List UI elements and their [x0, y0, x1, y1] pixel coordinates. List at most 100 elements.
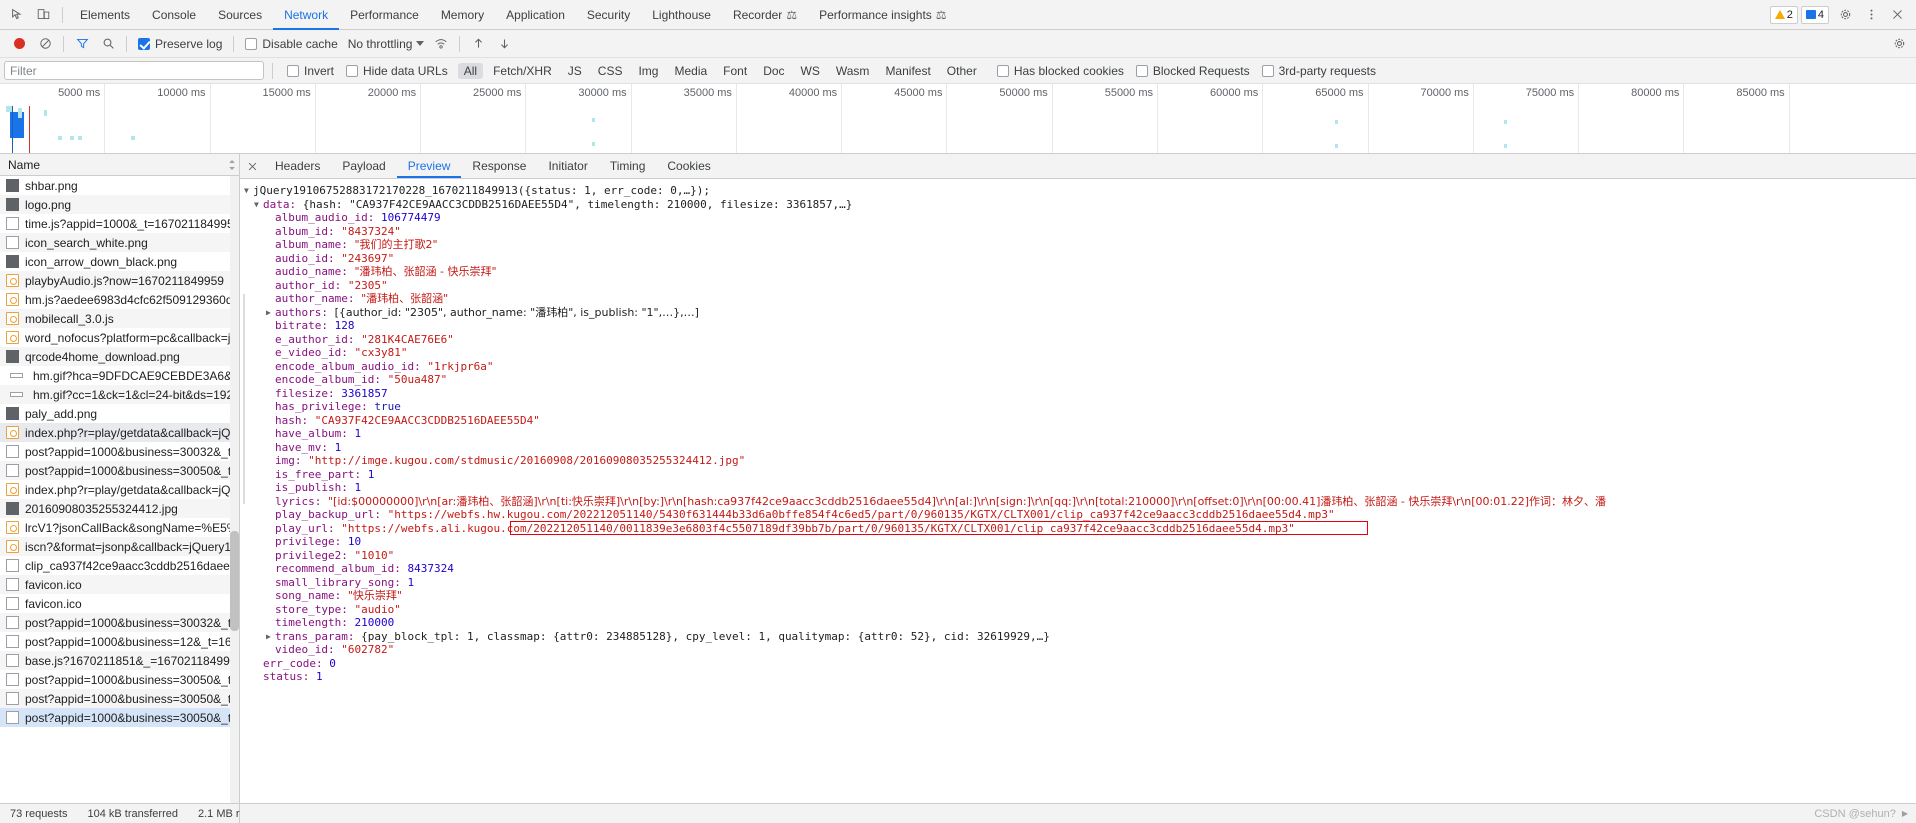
json-line[interactable]: e_author_id: "281K4CAE76E6" — [240, 333, 1916, 347]
json-line[interactable]: hash: "CA937F42CE9AACC3CDDB2516DAEE55D4" — [240, 414, 1916, 428]
request-row[interactable]: clip_ca937f42ce9aacc3cddb2516daee55d4.mp… — [0, 556, 239, 575]
blocked-requests-checkbox[interactable]: Blocked Requests — [1130, 64, 1256, 78]
request-row[interactable]: shbar.png — [0, 176, 239, 195]
column-resizer-handle[interactable] — [227, 159, 237, 171]
request-row[interactable]: hm.gif?hca=9DFDCAE9CEBDE3A6&cc=1&ck=1. — [0, 366, 239, 385]
disclosure-triangle-closed-icon[interactable] — [266, 306, 275, 319]
tab-network[interactable]: Network — [273, 0, 339, 30]
request-row[interactable]: favicon.ico — [0, 594, 239, 613]
request-row[interactable]: qrcode4home_download.png — [0, 347, 239, 366]
filter-type-js[interactable]: JS — [562, 63, 588, 79]
filter-type-ws[interactable]: WS — [795, 63, 826, 79]
kebab-menu-icon[interactable] — [1858, 2, 1884, 28]
json-line[interactable]: have_mv: 1 — [240, 441, 1916, 455]
request-row[interactable]: playbyAudio.js?now=1670211849959 — [0, 271, 239, 290]
tab-console[interactable]: Console — [141, 0, 207, 30]
request-row[interactable]: post?appid=1000&business=30050&_t=167021 — [0, 461, 239, 480]
json-line[interactable]: e_video_id: "cx3y81" — [240, 346, 1916, 360]
json-line[interactable]: small_library_song: 1 — [240, 576, 1916, 590]
tab-response[interactable]: Response — [461, 154, 537, 178]
tab-security[interactable]: Security — [576, 0, 641, 30]
json-line[interactable]: jQuery19106752883172170228_1670211849913… — [240, 184, 1916, 198]
json-line[interactable]: song_name: "快乐崇拜" — [240, 589, 1916, 603]
json-line[interactable]: has_privilege: true — [240, 400, 1916, 414]
request-row[interactable]: time.js?appid=1000&_t=1670211849951&_r=0… — [0, 214, 239, 233]
request-row[interactable]: base.js?1670211851&_=1670211849918 — [0, 651, 239, 670]
scrollbar-thumb[interactable] — [230, 531, 239, 631]
tab-performance-insights[interactable]: Performance insights ⚖ — [808, 0, 957, 30]
json-preview-tree[interactable]: jQuery19106752883172170228_1670211849913… — [240, 179, 1916, 803]
request-row[interactable]: post?appid=1000&business=12&_t=167021185 — [0, 632, 239, 651]
json-line[interactable]: data: {hash: "CA937F42CE9AACC3CDDB2516DA… — [240, 198, 1916, 212]
request-row[interactable]: index.php?r=play/getdata&callback=jQuery… — [0, 480, 239, 499]
filter-type-fetch-xhr[interactable]: Fetch/XHR — [487, 63, 558, 79]
json-line[interactable]: err_code: 0 — [240, 657, 1916, 671]
funnel-icon[interactable] — [69, 32, 95, 56]
json-line[interactable]: album_id: "8437324" — [240, 225, 1916, 239]
json-line[interactable]: privilege: 10 — [240, 535, 1916, 549]
filter-type-media[interactable]: Media — [668, 63, 713, 79]
request-row[interactable]: post?appid=1000&business=30032&_t=167021 — [0, 613, 239, 632]
search-icon[interactable] — [95, 32, 121, 56]
filter-type-css[interactable]: CSS — [592, 63, 629, 79]
tab-memory[interactable]: Memory — [430, 0, 495, 30]
filter-input[interactable] — [4, 61, 264, 80]
gear-icon[interactable] — [1886, 32, 1912, 56]
request-row[interactable]: index.php?r=play/getdata&callback=jQuery… — [0, 423, 239, 442]
tab-headers[interactable]: Headers — [264, 154, 331, 178]
request-row[interactable]: post?appid=1000&business=30050&_t=167021 — [0, 689, 239, 708]
filter-type-wasm[interactable]: Wasm — [830, 63, 876, 79]
tab-preview[interactable]: Preview — [397, 154, 462, 178]
request-row[interactable]: hm.js?aedee6983d4cfc62f509129360d6bb3d — [0, 290, 239, 309]
json-line[interactable]: have_album: 1 — [240, 427, 1916, 441]
json-line[interactable]: play_url: "https://webfs.ali.kugou.com/2… — [240, 522, 1916, 536]
request-row[interactable]: lrcV1?jsonCallBack&songName=%E5%BF%AB%E4 — [0, 518, 239, 537]
filter-type-manifest[interactable]: Manifest — [879, 63, 936, 79]
tab-elements[interactable]: Elements — [69, 0, 141, 30]
json-line[interactable]: audio_name: "潘玮柏、张韶涵 - 快乐崇拜" — [240, 265, 1916, 279]
json-line[interactable]: store_type: "audio" — [240, 603, 1916, 617]
json-line[interactable]: privilege2: "1010" — [240, 549, 1916, 563]
request-row[interactable]: mobilecall_3.0.js — [0, 309, 239, 328]
third-party-requests-checkbox[interactable]: 3rd-party requests — [1256, 64, 1382, 78]
tab-lighthouse[interactable]: Lighthouse — [641, 0, 722, 30]
network-conditions-icon[interactable] — [428, 32, 454, 56]
request-row[interactable]: 20160908035255324412.jpg — [0, 499, 239, 518]
disclosure-triangle-open-icon[interactable] — [254, 198, 263, 211]
filter-type-other[interactable]: Other — [941, 63, 983, 79]
request-row[interactable]: logo.png — [0, 195, 239, 214]
request-row[interactable]: favicon.ico — [0, 575, 239, 594]
json-line[interactable]: trans_param: {pay_block_tpl: 1, classmap… — [240, 630, 1916, 644]
request-row[interactable]: icon_arrow_down_black.png — [0, 252, 239, 271]
filter-type-doc[interactable]: Doc — [757, 63, 790, 79]
disable-cache-checkbox[interactable]: Disable cache — [239, 37, 343, 51]
json-line[interactable]: is_publish: 1 — [240, 481, 1916, 495]
has-blocked-cookies-checkbox[interactable]: Has blocked cookies — [991, 64, 1130, 78]
json-line[interactable]: filesize: 3361857 — [240, 387, 1916, 401]
tab-sources[interactable]: Sources — [207, 0, 273, 30]
close-icon[interactable] — [1884, 2, 1910, 28]
filter-type-font[interactable]: Font — [717, 63, 753, 79]
gear-icon[interactable] — [1832, 2, 1858, 28]
tab-timing[interactable]: Timing — [599, 154, 657, 178]
export-har-icon[interactable] — [491, 32, 517, 56]
requests-scrollbar[interactable] — [230, 176, 239, 803]
request-row[interactable]: word_nofocus?platform=pc&callback=jQuery… — [0, 328, 239, 347]
request-row[interactable]: post?appid=1000&business=30050&_t=167021 — [0, 670, 239, 689]
clear-icon[interactable] — [32, 32, 58, 56]
json-line[interactable]: album_audio_id: 106774479 — [240, 211, 1916, 225]
json-line[interactable]: authors: [{author_id: "2305", author_nam… — [240, 306, 1916, 320]
invert-checkbox[interactable]: Invert — [281, 64, 340, 78]
json-line[interactable]: timelength: 210000 — [240, 616, 1916, 630]
tab-recorder[interactable]: Recorder ⚖ — [722, 0, 808, 30]
close-icon[interactable] — [240, 154, 264, 178]
throttling-select[interactable]: No throttling — [344, 37, 429, 51]
tab-payload[interactable]: Payload — [331, 154, 396, 178]
requests-list[interactable]: shbar.png logo.png time.js?appid=1000&_t=1… — [0, 176, 239, 803]
device-toolbar-icon[interactable] — [30, 2, 56, 28]
request-row[interactable]: post?appid=1000&business=30050&_t=167021 — [0, 708, 239, 727]
preserve-log-checkbox[interactable]: Preserve log — [132, 37, 228, 51]
request-row[interactable]: hm.gif?cc=1&ck=1&cl=24-bit&ds=1920x10808 — [0, 385, 239, 404]
json-line[interactable]: recommend_album_id: 8437324 — [240, 562, 1916, 576]
json-line[interactable]: author_name: "潘玮柏、张韶涵" — [240, 292, 1916, 306]
